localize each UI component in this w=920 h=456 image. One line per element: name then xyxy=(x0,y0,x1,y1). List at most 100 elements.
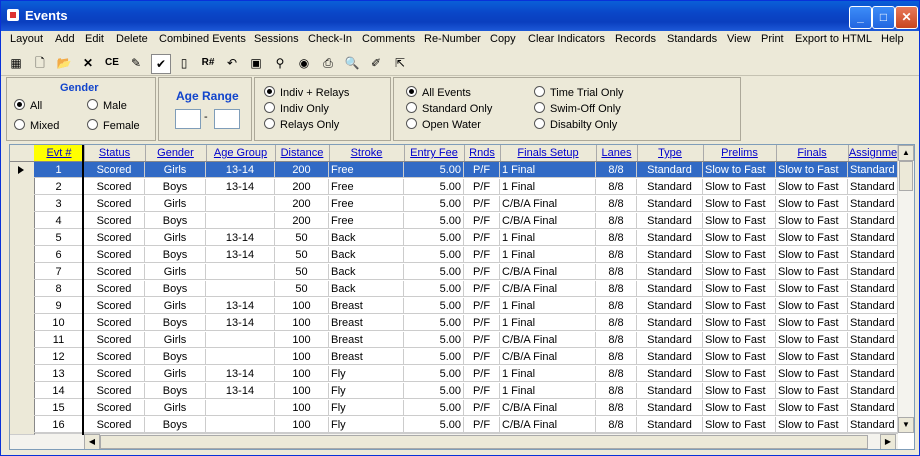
table-row[interactable]: 12 Scored Boys 100 Breast 5.00 P/F C/B/A Final 8… xyxy=(10,349,898,366)
cell-entry-fee[interactable]: 5.00 xyxy=(404,400,464,416)
table-row[interactable]: 16 Scored Boys 100 Fly 5.00 P/F C/B/A Final 8/8 S… xyxy=(10,417,898,434)
column-header-lanes[interactable]: Lanes xyxy=(596,145,638,161)
cell-distance[interactable]: 200 xyxy=(275,179,329,195)
minimize-button[interactable]: _ xyxy=(849,6,872,29)
cell-rnds[interactable]: P/F xyxy=(464,366,500,382)
cell-distance[interactable]: 50 xyxy=(275,230,329,246)
column-header-finals[interactable]: Finals xyxy=(776,145,849,161)
cell-gender[interactable]: Girls xyxy=(145,230,206,246)
cell-distance[interactable]: 100 xyxy=(275,332,329,348)
cell-rnds[interactable]: P/F xyxy=(464,349,500,365)
cell-evt[interactable]: 12 xyxy=(34,349,84,365)
check-icon[interactable]: ✔ xyxy=(151,54,171,74)
cell-stroke[interactable]: Back xyxy=(329,264,404,280)
cell-stroke[interactable]: Breast xyxy=(329,298,404,314)
cell-finals[interactable]: Slow to Fast xyxy=(776,366,848,382)
cell-entry-fee[interactable]: 5.00 xyxy=(404,298,464,314)
cell-evt[interactable]: 7 xyxy=(34,264,84,280)
cell-evt[interactable]: 14 xyxy=(34,383,84,399)
cell-prelims[interactable]: Slow to Fast xyxy=(703,213,776,229)
cell-stroke[interactable]: Free xyxy=(329,179,404,195)
cell-stroke[interactable]: Back xyxy=(329,247,404,263)
cell-type[interactable]: Standard xyxy=(637,281,703,297)
cell-type[interactable]: Standard xyxy=(637,298,703,314)
cell-age-group[interactable]: 13-14 xyxy=(206,230,275,246)
cell-prelims[interactable]: Slow to Fast xyxy=(703,264,776,280)
cell-assignme[interactable]: Standard xyxy=(848,349,898,365)
cell-stroke[interactable]: Breast xyxy=(329,349,404,365)
cell-finals-setup[interactable]: 1 Final xyxy=(500,179,596,195)
cell-distance[interactable]: 100 xyxy=(275,298,329,314)
cell-status[interactable]: Scored xyxy=(84,349,145,365)
cell-evt[interactable]: 5 xyxy=(34,230,84,246)
cell-age-group[interactable]: 13-14 xyxy=(206,383,275,399)
cell-entry-fee[interactable]: 5.00 xyxy=(404,332,464,348)
cell-type[interactable]: Standard xyxy=(637,315,703,331)
column-header-finals-setup[interactable]: Finals Setup xyxy=(500,145,597,161)
cell-prelims[interactable]: Slow to Fast xyxy=(703,179,776,195)
cell-evt[interactable]: 1 xyxy=(34,162,84,178)
cell-prelims[interactable]: Slow to Fast xyxy=(703,417,776,433)
horizontal-scrollbar[interactable]: ◀ ▶ xyxy=(10,433,898,449)
cell-prelims[interactable]: Slow to Fast xyxy=(703,332,776,348)
cell-distance[interactable]: 100 xyxy=(275,366,329,382)
table-row[interactable]: 6 Scored Boys 13-14 50 Back 5.00 P/F 1 Final 8/8 S… xyxy=(10,247,898,264)
cell-finals-setup[interactable]: C/B/A Final xyxy=(500,281,596,297)
cell-stroke[interactable]: Fly xyxy=(329,383,404,399)
cell-status[interactable]: Scored xyxy=(84,196,145,212)
cell-finals[interactable]: Slow to Fast xyxy=(776,247,848,263)
indiv-only-radio[interactable]: Indiv Only xyxy=(264,102,329,115)
cell-status[interactable]: Scored xyxy=(84,298,145,314)
cell-gender[interactable]: Boys xyxy=(145,417,206,433)
menu-sessions[interactable]: Sessions xyxy=(254,33,299,45)
cell-entry-fee[interactable]: 5.00 xyxy=(404,349,464,365)
cell-lanes[interactable]: 8/8 xyxy=(596,366,637,382)
cell-lanes[interactable]: 8/8 xyxy=(596,196,637,212)
cell-finals[interactable]: Slow to Fast xyxy=(776,298,848,314)
cell-finals[interactable]: Slow to Fast xyxy=(776,179,848,195)
column-header-age-group[interactable]: Age Group xyxy=(206,145,276,161)
menu-records[interactable]: Records xyxy=(615,33,656,45)
cell-lanes[interactable]: 8/8 xyxy=(596,162,637,178)
cell-rnds[interactable]: P/F xyxy=(464,264,500,280)
cell-type[interactable]: Standard xyxy=(637,366,703,382)
cell-type[interactable]: Standard xyxy=(637,247,703,263)
cell-distance[interactable]: 50 xyxy=(275,247,329,263)
vertical-scroll-thumb[interactable] xyxy=(899,161,913,191)
cell-gender[interactable]: Girls xyxy=(145,196,206,212)
undo-icon[interactable]: ↶ xyxy=(223,54,241,72)
cell-finals[interactable]: Slow to Fast xyxy=(776,315,848,331)
cell-status[interactable]: Scored xyxy=(84,213,145,229)
cell-lanes[interactable]: 8/8 xyxy=(596,349,637,365)
gender-male-radio[interactable]: Male xyxy=(87,99,127,112)
cell-prelims[interactable]: Slow to Fast xyxy=(703,298,776,314)
vertical-scrollbar[interactable]: ▲ ▼ xyxy=(897,145,914,433)
cell-rnds[interactable]: P/F xyxy=(464,230,500,246)
cell-finals-setup[interactable]: C/B/A Final xyxy=(500,400,596,416)
cell-finals[interactable]: Slow to Fast xyxy=(776,162,848,178)
scroll-down-icon[interactable]: ▼ xyxy=(898,417,914,433)
close-button[interactable]: ✕ xyxy=(895,6,918,29)
cell-type[interactable]: Standard xyxy=(637,179,703,195)
column-header-stroke[interactable]: Stroke xyxy=(329,145,405,161)
title-bar[interactable]: Events _ □ ✕ xyxy=(1,1,919,31)
cell-rnds[interactable]: P/F xyxy=(464,162,500,178)
cell-distance[interactable]: 200 xyxy=(275,162,329,178)
menu-copy[interactable]: Copy xyxy=(490,33,516,45)
cell-entry-fee[interactable]: 5.00 xyxy=(404,162,464,178)
open-water-radio[interactable]: Open Water xyxy=(406,118,481,131)
grid-icon[interactable]: ▦ xyxy=(7,54,25,72)
cell-entry-fee[interactable]: 5.00 xyxy=(404,417,464,433)
cell-status[interactable]: Scored xyxy=(84,332,145,348)
cell-assignme[interactable]: Standard xyxy=(848,264,898,280)
cell-stroke[interactable]: Free xyxy=(329,196,404,212)
cell-evt[interactable]: 8 xyxy=(34,281,84,297)
time-trial-only-radio[interactable]: Time Trial Only xyxy=(534,86,624,99)
relays-only-radio[interactable]: Relays Only xyxy=(264,118,339,131)
cell-distance[interactable]: 100 xyxy=(275,400,329,416)
cell-evt[interactable]: 4 xyxy=(34,213,84,229)
cell-finals[interactable]: Slow to Fast xyxy=(776,383,848,399)
cell-gender[interactable]: Boys xyxy=(145,315,206,331)
cell-age-group[interactable]: 13-14 xyxy=(206,315,275,331)
disability-only-radio[interactable]: Disabilty Only xyxy=(534,118,617,131)
